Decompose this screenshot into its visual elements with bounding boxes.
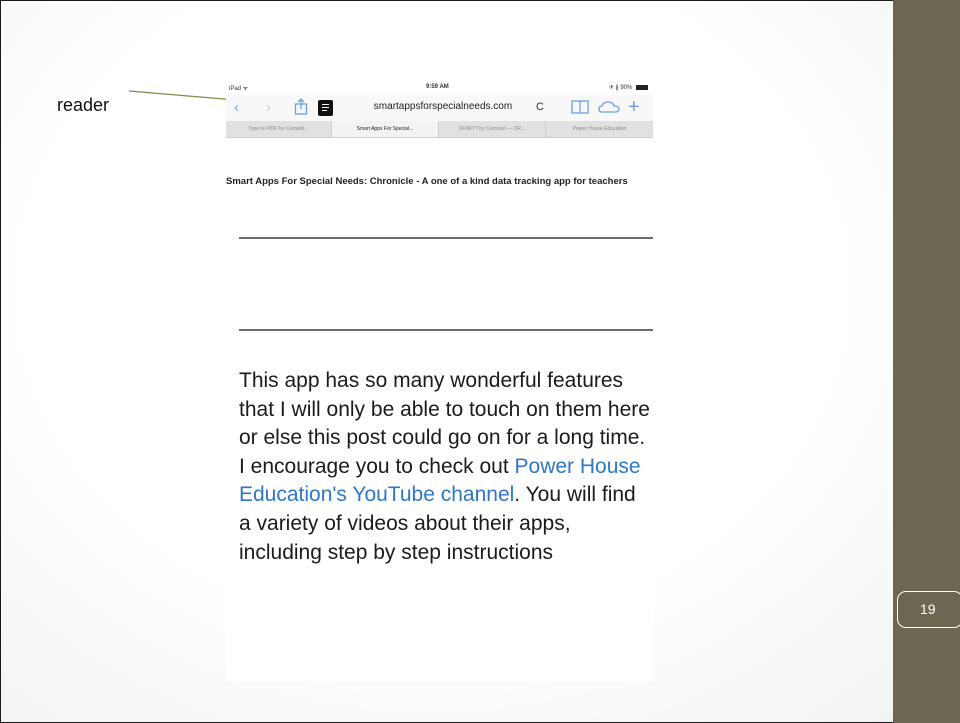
slide: reader iPad ᯤ 9:59 AM ✈ ∦ 90% ‹ › smarta… (0, 0, 960, 723)
article-body: This app has so many wonderful features … (239, 369, 650, 564)
tab-xfinity[interactable]: XFINITY by Comcast — OR... (439, 121, 546, 137)
new-tab-plus-icon[interactable]: + (628, 96, 640, 119)
battery-icon (636, 84, 648, 90)
tab-power-house-education[interactable]: Power House Education (546, 121, 653, 137)
reload-icon[interactable]: C (536, 101, 544, 113)
tab-smart-apps[interactable]: Smart Apps For Special... (332, 121, 439, 137)
forward-chevron-icon[interactable]: › (266, 99, 271, 116)
bookmarks-book-icon[interactable] (571, 100, 589, 114)
tab-type-on-pdf[interactable]: Type on PDF for Complet... (226, 121, 332, 137)
share-icon[interactable] (293, 98, 309, 116)
icloud-tabs-icon[interactable] (598, 100, 620, 114)
address-bar[interactable]: smartappsforspecialneeds.com (338, 101, 548, 112)
divider (239, 329, 653, 331)
ios-status-bar: iPad ᯤ 9:59 AM ✈ ∦ 90% (226, 81, 653, 95)
safari-tab-bar: Type on PDF for Complet... Smart Apps Fo… (226, 121, 653, 138)
slide-number: 19 (897, 591, 960, 628)
status-time: 9:59 AM (426, 84, 449, 90)
reader-mode-button[interactable] (318, 100, 333, 116)
article-title: Smart Apps For Special Needs: Chronicle … (226, 176, 628, 187)
divider (239, 237, 653, 239)
ipad-screenshot: iPad ᯤ 9:59 AM ✈ ∦ 90% ‹ › smartappsfors… (226, 81, 653, 681)
status-battery: ✈ ∦ 90% (609, 84, 648, 91)
status-carrier: iPad ᯤ (229, 86, 249, 92)
back-chevron-icon[interactable]: ‹ (234, 99, 239, 116)
safari-toolbar: ‹ › smartappsforspecialneeds.com C + (226, 95, 653, 121)
